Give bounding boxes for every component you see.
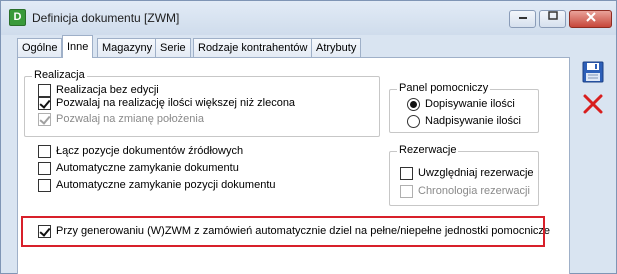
option-label: Pozwalaj na realizację ilości większej n… <box>56 97 296 109</box>
cancel-button[interactable] <box>582 93 604 115</box>
option-chronologia-rezerwacji: Chronologia rezerwacji <box>400 185 530 200</box>
radio-button[interactable] <box>407 98 420 111</box>
tab-atrybuty[interactable]: Atrybuty <box>311 38 362 58</box>
checkbox[interactable] <box>400 167 413 180</box>
tab-inne[interactable]: Inne <box>62 35 94 58</box>
title-bar: D Definicja dokumentu [ZWM] <box>1 1 616 35</box>
close-icon <box>585 12 596 22</box>
save-icon <box>582 61 604 83</box>
save-button[interactable] <box>582 61 604 83</box>
minimize-icon <box>518 17 527 19</box>
option-automatyczne-zamykanie-dokumentu[interactable]: Automatyczne zamykanie dokumentu <box>38 162 239 177</box>
tab-serie[interactable]: Serie <box>155 38 191 58</box>
option-label: Pozwalaj na zmianę położenia <box>56 113 204 125</box>
checkbox[interactable] <box>38 179 51 192</box>
option-label: Automatyczne zamykanie pozycji dokumentu <box>56 179 276 191</box>
close-button[interactable] <box>569 10 612 28</box>
realizacja-group-label: Realizacja <box>32 69 87 81</box>
tab-magazyny[interactable]: Magazyny <box>97 38 158 58</box>
checkbox <box>400 185 413 198</box>
option-pozwalaj-realizacja-wiekszej[interactable]: Pozwalaj na realizację ilości większej n… <box>38 97 295 112</box>
tab-rodzaje-kontrahentow[interactable]: Rodzaje kontrahentów <box>193 38 313 58</box>
radio-dopisywanie-ilosci[interactable]: Dopisywanie ilości <box>407 98 515 113</box>
option-label: Chronologia rezerwacji <box>418 185 530 197</box>
option-label: Nadpisywanie ilości <box>425 115 521 127</box>
option-label: Łącz pozycje dokumentów źródłowych <box>56 145 244 157</box>
option-pozwalaj-zmiana-polozenia: Pozwalaj na zmianę położenia <box>38 113 204 128</box>
radio-nadpisywanie-ilosci[interactable]: Nadpisywanie ilości <box>407 115 521 130</box>
checkbox[interactable] <box>38 97 51 110</box>
checkbox[interactable] <box>38 162 51 175</box>
option-label: Automatyczne zamykanie dokumentu <box>56 162 239 174</box>
option-automatyczne-zamykanie-pozycji[interactable]: Automatyczne zamykanie pozycji dokumentu <box>38 179 276 194</box>
dialog-window: D Definicja dokumentu [ZWM] Ogólne Inne … <box>0 0 617 274</box>
option-label: Uwzględniaj rezerwacje <box>418 167 534 179</box>
option-label: Dopisywanie ilości <box>425 98 515 110</box>
panel-pomocniczy-label: Panel pomocniczy <box>397 82 491 94</box>
window-title: Definicja dokumentu [ZWM] <box>32 11 180 25</box>
cancel-icon <box>583 94 603 114</box>
maximize-button[interactable] <box>539 10 566 28</box>
radio-button[interactable] <box>407 115 420 128</box>
checkbox[interactable] <box>38 84 51 97</box>
tab-ogolne[interactable]: Ogólne <box>17 38 63 58</box>
option-label: Realizacja bez edycji <box>56 84 159 96</box>
app-icon: D <box>9 9 26 26</box>
minimize-button[interactable] <box>509 10 536 28</box>
maximize-icon <box>547 11 558 20</box>
checkbox[interactable] <box>38 145 51 158</box>
rezerwacje-label: Rezerwacje <box>397 144 459 156</box>
checkbox <box>38 113 51 126</box>
highlight-box <box>21 216 545 247</box>
option-lacz-pozycje[interactable]: Łącz pozycje dokumentów źródłowych <box>38 145 243 160</box>
option-uwzgledniaj-rezerwacje[interactable]: Uwzględniaj rezerwacje <box>400 167 534 182</box>
